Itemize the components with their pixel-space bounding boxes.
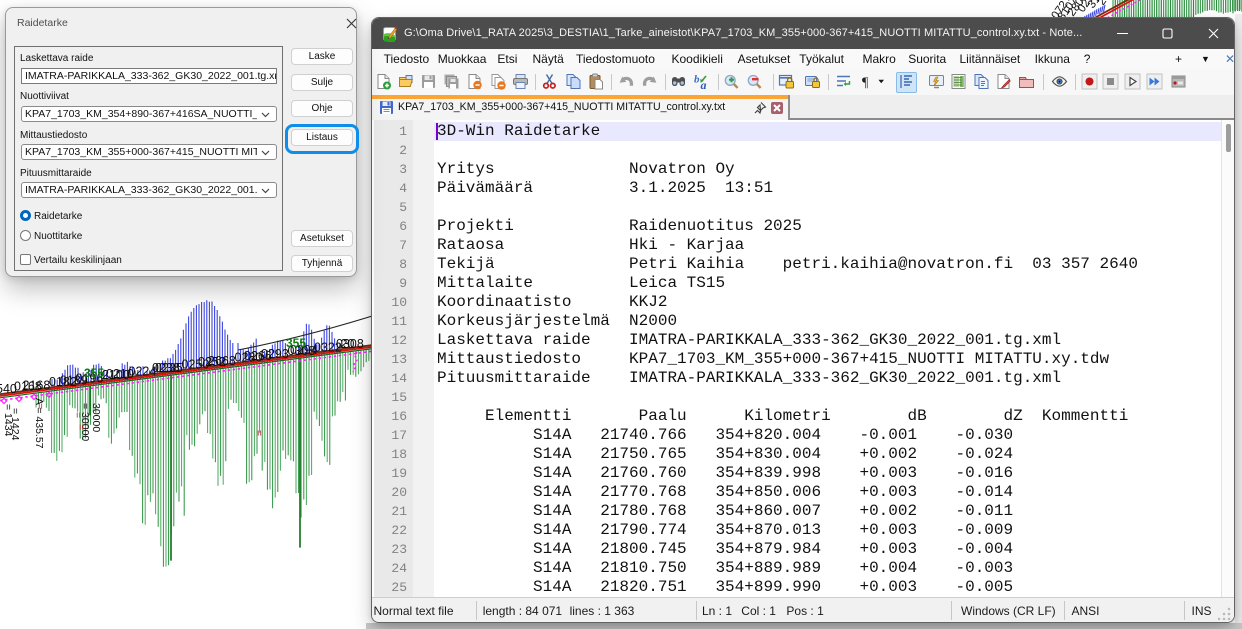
svg-text:0252: 0252	[198, 355, 226, 369]
svg-text:0308: 0308	[336, 337, 364, 351]
svg-text:0266: 0266	[244, 349, 272, 363]
svg-text:0168: 0168	[14, 379, 42, 393]
svg-text:=: =	[34, 403, 46, 409]
svg-text:0238: 0238	[152, 361, 180, 375]
svg-text:30000: 30000	[90, 403, 102, 432]
svg-text:=: =	[72, 412, 84, 418]
svg-text:=: =	[75, 424, 87, 430]
svg-text:¶: ¶	[862, 76, 869, 91]
svg-text:355: 355	[84, 366, 104, 380]
svg-text:= 1424: = 1424	[9, 408, 21, 441]
svg-text:0210: 0210	[106, 367, 134, 381]
svg-text:=: =	[253, 430, 265, 436]
svg-text:355: 355	[286, 336, 306, 350]
svg-text:= 30000: = 30000	[79, 403, 91, 441]
svg-text:b: b	[694, 74, 700, 86]
